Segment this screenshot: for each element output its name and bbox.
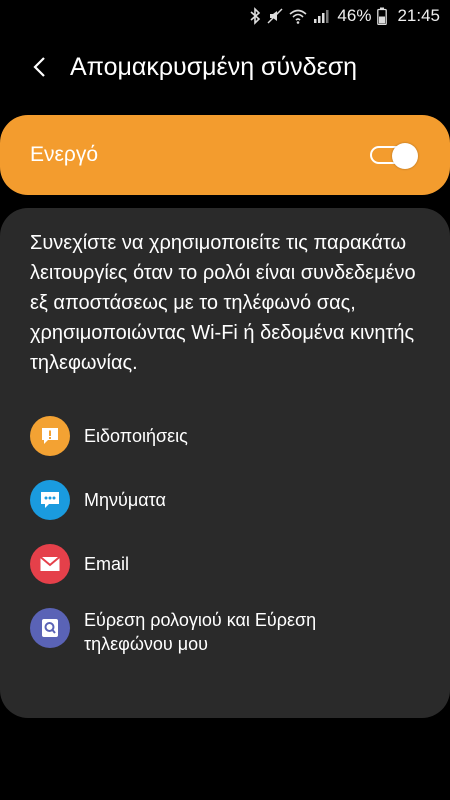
find-search-icon (30, 608, 70, 648)
bluetooth-icon (249, 7, 261, 25)
list-item: Ειδοποιήσεις (30, 416, 420, 456)
list-item: Εύρεση ρολογιού και Εύρεση τηλεφώνου μου (30, 608, 420, 656)
feature-label: Ειδοποιήσεις (84, 426, 188, 446)
envelope-icon (30, 544, 70, 584)
battery-icon (377, 7, 388, 25)
app-header: Απομακρυσμένη σύνδεση (0, 40, 450, 94)
battery-percent: 46% (337, 6, 372, 25)
chat-bubble-icon (30, 480, 70, 520)
chevron-left-icon (33, 57, 45, 77)
page-title: Απομακρυσμένη σύνδεση (70, 52, 358, 81)
description-text: Συνεχίστε να χρησιμοποιείτε τις παρακάτω… (30, 232, 416, 374)
signal-icon (313, 8, 329, 24)
enable-switch[interactable] (370, 143, 418, 169)
feature-label: Μηνύματα (84, 490, 166, 510)
features-card: Συνεχίστε να χρησιμοποιείτε τις παρακάτω… (0, 208, 450, 718)
status-bar: 46% 21:45 (0, 0, 450, 32)
mute-icon (267, 8, 283, 24)
feature-label: Εύρεση ρολογιού και Εύρεση τηλεφώνου μου (84, 610, 317, 654)
list-item: Email (30, 544, 420, 584)
switch-thumb (392, 143, 418, 169)
toggle-label: Ενεργό (30, 143, 98, 166)
feature-list: Ειδοποιήσεις Μηνύματα Email Εύρεση ρολογ… (30, 416, 420, 656)
back-button[interactable] (20, 47, 60, 87)
enable-toggle-row[interactable]: Ενεργό (0, 115, 450, 195)
wifi-icon (289, 8, 307, 24)
clock-time: 21:45 (397, 6, 440, 25)
alert-icon (30, 416, 70, 456)
feature-label: Email (84, 554, 130, 574)
list-item: Μηνύματα (30, 480, 420, 520)
